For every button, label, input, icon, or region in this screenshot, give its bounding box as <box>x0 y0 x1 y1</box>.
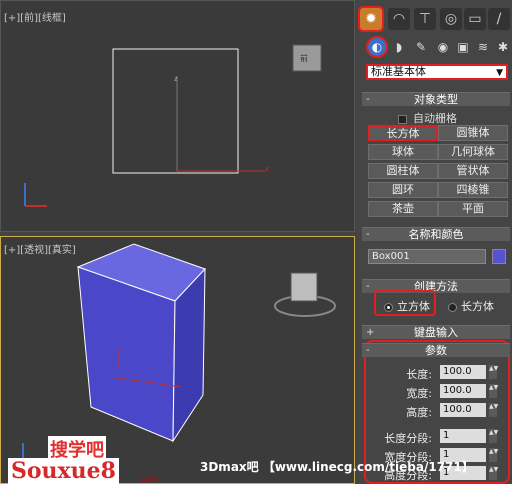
torus-button[interactable]: 圆环 <box>368 182 438 198</box>
souxue8-logo: 搜学吧 Souxue8 .com <box>8 434 158 484</box>
cone-button[interactable]: 圆锥体 <box>438 125 508 141</box>
viewcube-front-label: 前 <box>300 53 308 63</box>
parameters-title: 参数 <box>425 344 447 357</box>
curve-icon: ◠ <box>392 11 406 27</box>
spacewarps-button[interactable]: ≋ <box>474 38 492 56</box>
cameras-button[interactable]: ◉ <box>434 38 452 56</box>
sphere-button[interactable]: 球体 <box>368 144 438 160</box>
radio-dot-icon <box>448 302 457 312</box>
dropdown-value: 标准基本体 <box>371 65 426 78</box>
command-tabs: ✹ ◠ ⊤ ◎ ▭ / <box>358 4 512 32</box>
length-field[interactable]: 100.0 <box>440 365 486 379</box>
hierarchy-icon: ⊤ <box>418 11 432 27</box>
object-color-swatch[interactable] <box>492 249 506 264</box>
length-label: 长度: <box>406 368 432 381</box>
shapes-icon: ◗ <box>395 40 403 54</box>
display-icon: ▭ <box>468 11 482 27</box>
length-segs-field[interactable]: 1 <box>440 429 486 443</box>
lights-icon: ✎ <box>415 40 427 54</box>
display-tab[interactable]: ▭ <box>464 8 486 30</box>
keyboard-entry-title: 键盘输入 <box>414 326 458 339</box>
length-spinner[interactable]: ▲▼ <box>489 365 498 379</box>
logo-main-text: Souxue8 <box>8 458 119 484</box>
box-radio[interactable]: 长方体 <box>448 298 494 314</box>
height-label: 高度: <box>406 406 432 419</box>
create-tab[interactable]: ✹ <box>358 6 384 32</box>
collapse-sign: - <box>366 94 370 105</box>
cube-radio[interactable]: 立方体 <box>384 298 430 314</box>
collapse-sign: - <box>366 345 370 356</box>
width-segs-spinner[interactable]: ▲▼ <box>489 448 498 462</box>
category-icons: ◐ ◗ ✎ ◉ ▣ ≋ ✱ <box>358 34 512 58</box>
object-type-rollout[interactable]: - 对象类型 <box>362 92 510 106</box>
length-segs-label: 长度分段: <box>384 432 432 445</box>
systems-button[interactable]: ✱ <box>494 38 512 56</box>
cube-radio-label: 立方体 <box>397 300 430 313</box>
teapot-button[interactable]: 茶壶 <box>368 201 438 217</box>
name-color-rollout[interactable]: - 名称和颜色 <box>362 227 510 241</box>
viewcube-persp <box>290 272 318 302</box>
modify-tab[interactable]: ◠ <box>388 8 410 30</box>
height-segs-spinner[interactable]: ▲▼ <box>489 466 498 480</box>
sun-icon: ✹ <box>365 11 377 27</box>
motion-tab[interactable]: ◎ <box>440 8 462 30</box>
shapes-button[interactable]: ◗ <box>390 38 408 56</box>
plane-button[interactable]: 平面 <box>438 201 508 217</box>
axis-z-label: z <box>174 75 178 83</box>
object-type-title: 对象类型 <box>414 93 458 106</box>
forum-watermark: 3Dmax吧 【www.linecg.com/tieba/1771】 <box>200 460 474 474</box>
motion-icon: ◎ <box>444 11 458 27</box>
box-button[interactable]: 长方体 <box>368 125 438 141</box>
hammer-icon: / <box>496 11 502 27</box>
systems-icon: ✱ <box>497 40 509 54</box>
height-field[interactable]: 100.0 <box>440 403 486 417</box>
name-color-title: 名称和颜色 <box>408 228 464 241</box>
box-wireframe-front <box>112 48 239 174</box>
hierarchy-tab[interactable]: ⊤ <box>414 8 436 30</box>
checkbox-icon <box>398 114 407 124</box>
utilities-tab[interactable]: / <box>488 8 510 30</box>
geometry-icon: ◐ <box>371 40 383 54</box>
object-name-field[interactable]: Box001 <box>368 249 486 264</box>
height-spinner[interactable]: ▲▼ <box>489 403 498 417</box>
width-spinner[interactable]: ▲▼ <box>489 384 498 398</box>
command-panel: ✹ ◠ ⊤ ◎ ▭ / ◐ ◗ ✎ ◉ ▣ ≋ ✱ 标准基本体 ▼ - 对象类型… <box>358 0 512 484</box>
pyramid-button[interactable]: 四棱锥 <box>438 182 508 198</box>
radio-dot-icon <box>384 302 393 312</box>
primitive-type-dropdown[interactable]: 标准基本体 ▼ <box>366 64 508 80</box>
front-scene: z x 前 <box>24 44 322 207</box>
front-viewport[interactable]: [+][前][线框] z x 前 <box>0 0 355 232</box>
collapse-sign: - <box>366 281 370 292</box>
chevron-down-icon: ▼ <box>496 68 503 78</box>
width-label: 宽度: <box>406 387 432 400</box>
spacewarps-icon: ≋ <box>477 40 489 54</box>
lights-button[interactable]: ✎ <box>412 38 430 56</box>
cameras-icon: ◉ <box>437 40 449 54</box>
box-radio-label: 长方体 <box>461 300 494 313</box>
axis-x-label: x <box>265 165 269 173</box>
geometry-button[interactable]: ◐ <box>366 36 388 58</box>
length-segs-spinner[interactable]: ▲▼ <box>489 429 498 443</box>
logo-com-text: .com <box>138 474 158 483</box>
collapse-sign: - <box>366 229 370 240</box>
expand-sign: + <box>366 327 375 338</box>
cylinder-button[interactable]: 圆柱体 <box>368 163 438 179</box>
helpers-icon: ▣ <box>457 40 469 54</box>
width-field[interactable]: 100.0 <box>440 384 486 398</box>
parameters-rollout[interactable]: - 参数 <box>362 343 510 357</box>
tube-button[interactable]: 管状体 <box>438 163 508 179</box>
autogrid-checkbox[interactable]: 自动栅格 <box>398 110 457 126</box>
autogrid-label: 自动栅格 <box>413 112 457 125</box>
keyboard-entry-rollout[interactable]: + 键盘输入 <box>362 325 510 339</box>
helpers-button[interactable]: ▣ <box>454 38 472 56</box>
geosphere-button[interactable]: 几何球体 <box>438 144 508 160</box>
